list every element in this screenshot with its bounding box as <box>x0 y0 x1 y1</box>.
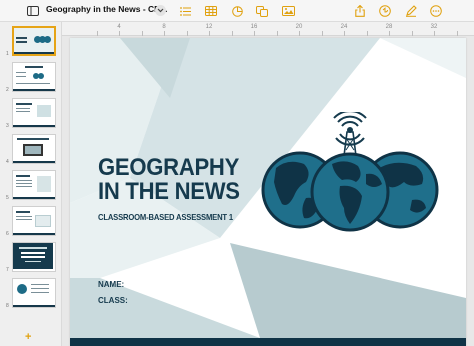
chart-icon[interactable] <box>230 3 244 19</box>
slide-thumbnail-image <box>12 134 56 164</box>
slide-canvas: GEOGRAPHY IN THE NEWS CLASSROOM-BASED AS… <box>62 36 474 346</box>
slide-thumbnail-image <box>12 26 56 56</box>
slide-number: 7 <box>6 267 9 273</box>
slide-number: 4 <box>6 159 9 165</box>
ruler-label: 32 <box>430 24 438 30</box>
horizontal-ruler: 4 8 12 16 20 24 28 32 <box>62 22 474 36</box>
ruler-label: 16 <box>250 24 258 30</box>
toolbar: Geography in the News - CB... <box>0 0 474 22</box>
document-title[interactable]: Geography in the News - CB... <box>46 4 167 14</box>
slide-thumbnail[interactable]: 4 <box>0 132 61 166</box>
slide-title[interactable]: GEOGRAPHY IN THE NEWS <box>98 156 240 204</box>
slide-thumbnail-image <box>12 278 56 308</box>
title-line-2: IN THE NEWS <box>98 178 240 205</box>
slide-thumbnail[interactable]: 1 <box>0 24 61 58</box>
slide-number: 5 <box>6 195 9 201</box>
slide-number: 1 <box>6 51 9 57</box>
ruler-label: 12 <box>205 24 213 30</box>
chevron-down-icon[interactable] <box>155 5 166 16</box>
slide-footer-bar <box>70 338 466 346</box>
table-icon[interactable] <box>204 3 218 19</box>
slide-thumbnail-image <box>12 98 56 128</box>
slide-number: 2 <box>6 87 9 93</box>
sidebar-icon[interactable] <box>26 3 40 19</box>
ruler-label: 4 <box>117 24 121 30</box>
slide-thumbnail[interactable]: 5 <box>0 168 61 202</box>
class-label[interactable]: CLASS: <box>98 296 128 305</box>
list-icon[interactable] <box>178 3 192 19</box>
slide[interactable]: GEOGRAPHY IN THE NEWS CLASSROOM-BASED AS… <box>70 38 466 346</box>
slide-thumbnail[interactable]: 6 <box>0 204 61 238</box>
slide-thumbnail[interactable]: 3 <box>0 96 61 130</box>
share-icon[interactable] <box>353 3 367 19</box>
ruler-label: 24 <box>340 24 348 30</box>
slide-subtitle[interactable]: CLASSROOM-BASED ASSESSMENT 1 <box>98 212 233 222</box>
slide-number: 6 <box>6 231 9 237</box>
title-line-1: GEOGRAPHY <box>98 154 240 181</box>
undo-icon[interactable] <box>378 3 392 19</box>
format-icon[interactable] <box>404 3 418 19</box>
slide-thumbnail-image <box>12 62 56 92</box>
slide-number: 8 <box>6 303 9 309</box>
slide-thumbnail[interactable]: 8 <box>0 276 61 310</box>
ruler-label: 20 <box>295 24 303 30</box>
shape-icon[interactable] <box>255 3 269 19</box>
slide-thumbnail[interactable]: 2 <box>0 60 61 94</box>
name-label[interactable]: NAME: <box>98 280 124 289</box>
ruler-label: 8 <box>162 24 166 30</box>
media-icon[interactable] <box>281 3 295 19</box>
slide-thumbnail-image <box>12 242 56 272</box>
more-icon[interactable] <box>429 3 443 19</box>
slide-navigator: 1 2 3 4 5 6 7 8 + <box>0 22 62 346</box>
globes-antenna-icon <box>261 112 439 232</box>
slide-thumbnail[interactable]: 7 <box>0 240 61 274</box>
slide-thumbnail-image <box>12 206 56 236</box>
slide-number: 3 <box>6 123 9 129</box>
ruler-label: 28 <box>385 24 393 30</box>
slide-thumbnail-image <box>12 170 56 200</box>
add-slide-button[interactable]: + <box>25 331 31 343</box>
